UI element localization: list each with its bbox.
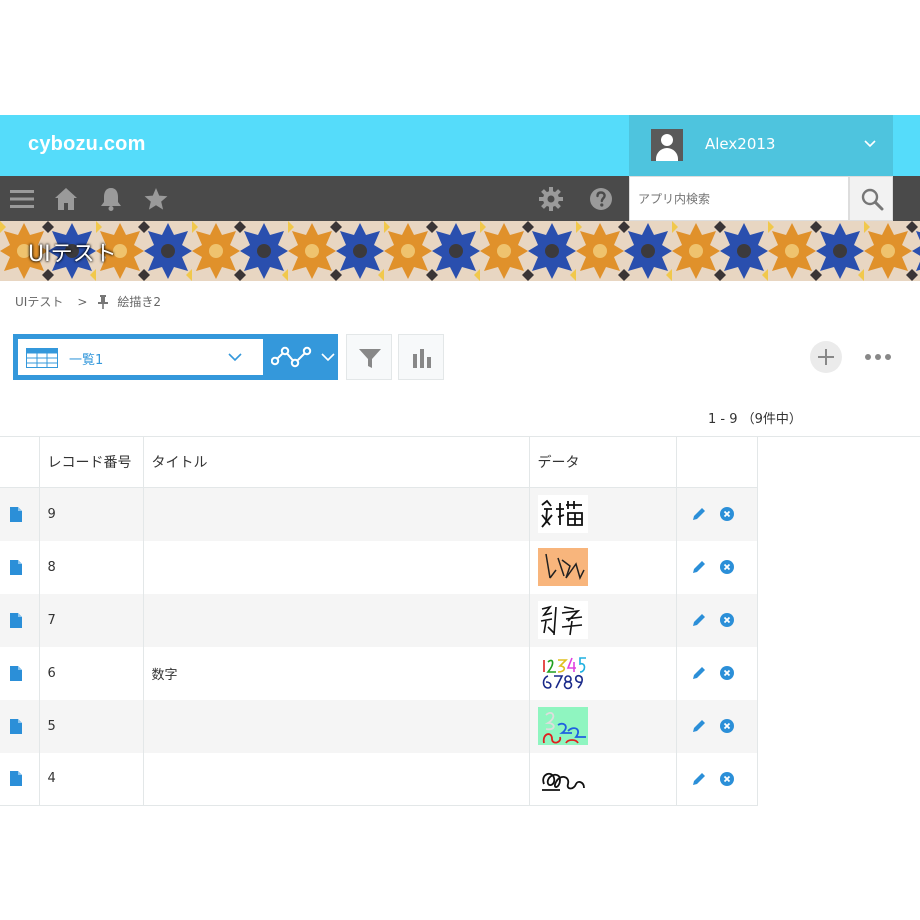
view-dropdown[interactable]: 一覧1: [18, 339, 263, 375]
document-icon[interactable]: [10, 771, 22, 787]
document-icon[interactable]: [10, 718, 22, 734]
document-icon[interactable]: [10, 506, 22, 522]
app-title: UIテスト: [28, 242, 117, 267]
table-row: 5: [0, 699, 758, 753]
table-view-icon: [26, 348, 58, 368]
record-title: [143, 593, 530, 647]
graph-icon: [271, 346, 312, 368]
user-name: Alex2013: [705, 135, 776, 153]
record-count: 1 - 9 （9件中）: [708, 412, 802, 427]
data-thumbnail-cell: [529, 540, 677, 594]
edit-pencil-icon[interactable]: [691, 612, 707, 628]
mosaic-pattern: [0, 221, 920, 281]
edit-pencil-icon[interactable]: [691, 559, 707, 575]
delete-icon[interactable]: [719, 665, 735, 681]
table-row: 8: [0, 540, 758, 594]
document-icon[interactable]: [10, 612, 22, 628]
gear-icon[interactable]: [537, 185, 565, 213]
user-menu[interactable]: Alex2013: [629, 115, 893, 176]
breadcrumb-separator: >: [77, 294, 88, 309]
chevron-down-icon: [321, 353, 335, 362]
record-number: 7: [39, 593, 144, 647]
column-header-record-number[interactable]: レコード番号: [39, 436, 144, 488]
table-row: 7: [0, 593, 758, 647]
delete-icon[interactable]: [719, 506, 735, 522]
edit-pencil-icon[interactable]: [691, 771, 707, 787]
edit-pencil-icon[interactable]: [691, 506, 707, 522]
data-thumbnail-cell: [529, 699, 677, 753]
data-thumbnail-cell: [529, 487, 677, 541]
navbar: [0, 176, 920, 221]
record-title: [143, 487, 530, 541]
menu-icon[interactable]: [8, 185, 36, 213]
drawing-thumbnail[interactable]: [537, 601, 588, 639]
breadcrumb-app-link[interactable]: UIテスト: [15, 293, 63, 310]
delete-icon[interactable]: [719, 559, 735, 575]
search-box: [629, 176, 849, 221]
data-thumbnail-cell: [529, 593, 677, 647]
filter-button[interactable]: [346, 334, 392, 380]
record-number: 9: [39, 487, 144, 541]
record-number: 6: [39, 646, 144, 700]
page: cybozu.com Alex2013 アプリ内検索 UIテスト UIテスト >…: [0, 0, 920, 920]
edit-pencil-icon[interactable]: [691, 718, 707, 734]
column-header-title[interactable]: タイトル: [143, 436, 530, 488]
drawing-thumbnail[interactable]: [537, 654, 588, 692]
graph-dropdown-button[interactable]: [263, 334, 338, 380]
column-header-actions: [676, 436, 758, 488]
breadcrumb-current: 絵描き2: [117, 295, 162, 309]
record-number: 5: [39, 699, 144, 753]
delete-icon[interactable]: [719, 771, 735, 787]
add-record-button[interactable]: [810, 341, 842, 373]
more-options-icon[interactable]: [864, 349, 892, 365]
records-table-wrap: レコード番号 タイトル データ 9 8 7 6 数字 5 4: [0, 436, 758, 806]
home-icon[interactable]: [52, 185, 80, 213]
chevron-down-icon: [228, 353, 242, 362]
table-header-row: レコード番号 タイトル データ: [0, 436, 758, 488]
delete-icon[interactable]: [719, 718, 735, 734]
drawing-thumbnail[interactable]: [537, 759, 588, 798]
view-label: 一覧1: [69, 353, 104, 368]
record-title: [143, 699, 530, 753]
record-title: [143, 540, 530, 594]
records-table: レコード番号 タイトル データ 9 8 7 6 数字 5 4: [0, 436, 758, 806]
column-header-icon: [0, 436, 40, 488]
avatar: [651, 129, 683, 161]
chevron-down-icon: [864, 140, 876, 148]
bell-icon[interactable]: [97, 185, 125, 213]
bar-chart-icon: [413, 349, 431, 368]
document-icon[interactable]: [10, 559, 22, 575]
table-row: 9: [0, 487, 758, 541]
search-button[interactable]: [849, 176, 893, 221]
drawing-thumbnail[interactable]: [537, 495, 588, 534]
header-bar: cybozu.com Alex2013: [0, 115, 920, 176]
record-number: 8: [39, 540, 144, 594]
view-selector: 一覧1: [13, 334, 338, 380]
edit-pencil-icon[interactable]: [691, 665, 707, 681]
search-input[interactable]: [630, 177, 848, 220]
help-icon[interactable]: [587, 185, 615, 213]
breadcrumb: UIテスト > 絵描き2: [15, 293, 161, 310]
pin-icon: [98, 294, 109, 309]
record-title: [143, 752, 530, 806]
column-header-data[interactable]: データ: [529, 436, 677, 488]
data-thumbnail-cell: [529, 752, 677, 806]
document-icon[interactable]: [10, 665, 22, 681]
record-number: 4: [39, 752, 144, 806]
delete-icon[interactable]: [719, 612, 735, 628]
cybozu-logo[interactable]: cybozu.com: [28, 133, 146, 156]
app-banner: UIテスト: [0, 221, 920, 281]
data-thumbnail-cell: [529, 646, 677, 700]
chart-button[interactable]: [398, 334, 444, 380]
drawing-thumbnail[interactable]: [537, 707, 588, 745]
search-icon: [861, 188, 884, 211]
plus-icon: [818, 349, 834, 365]
filter-icon: [359, 349, 381, 368]
table-row: 6 数字: [0, 646, 758, 700]
record-title: 数字: [143, 646, 530, 700]
drawing-thumbnail[interactable]: [537, 548, 588, 586]
table-row: 4: [0, 752, 758, 806]
star-icon[interactable]: [142, 185, 170, 213]
